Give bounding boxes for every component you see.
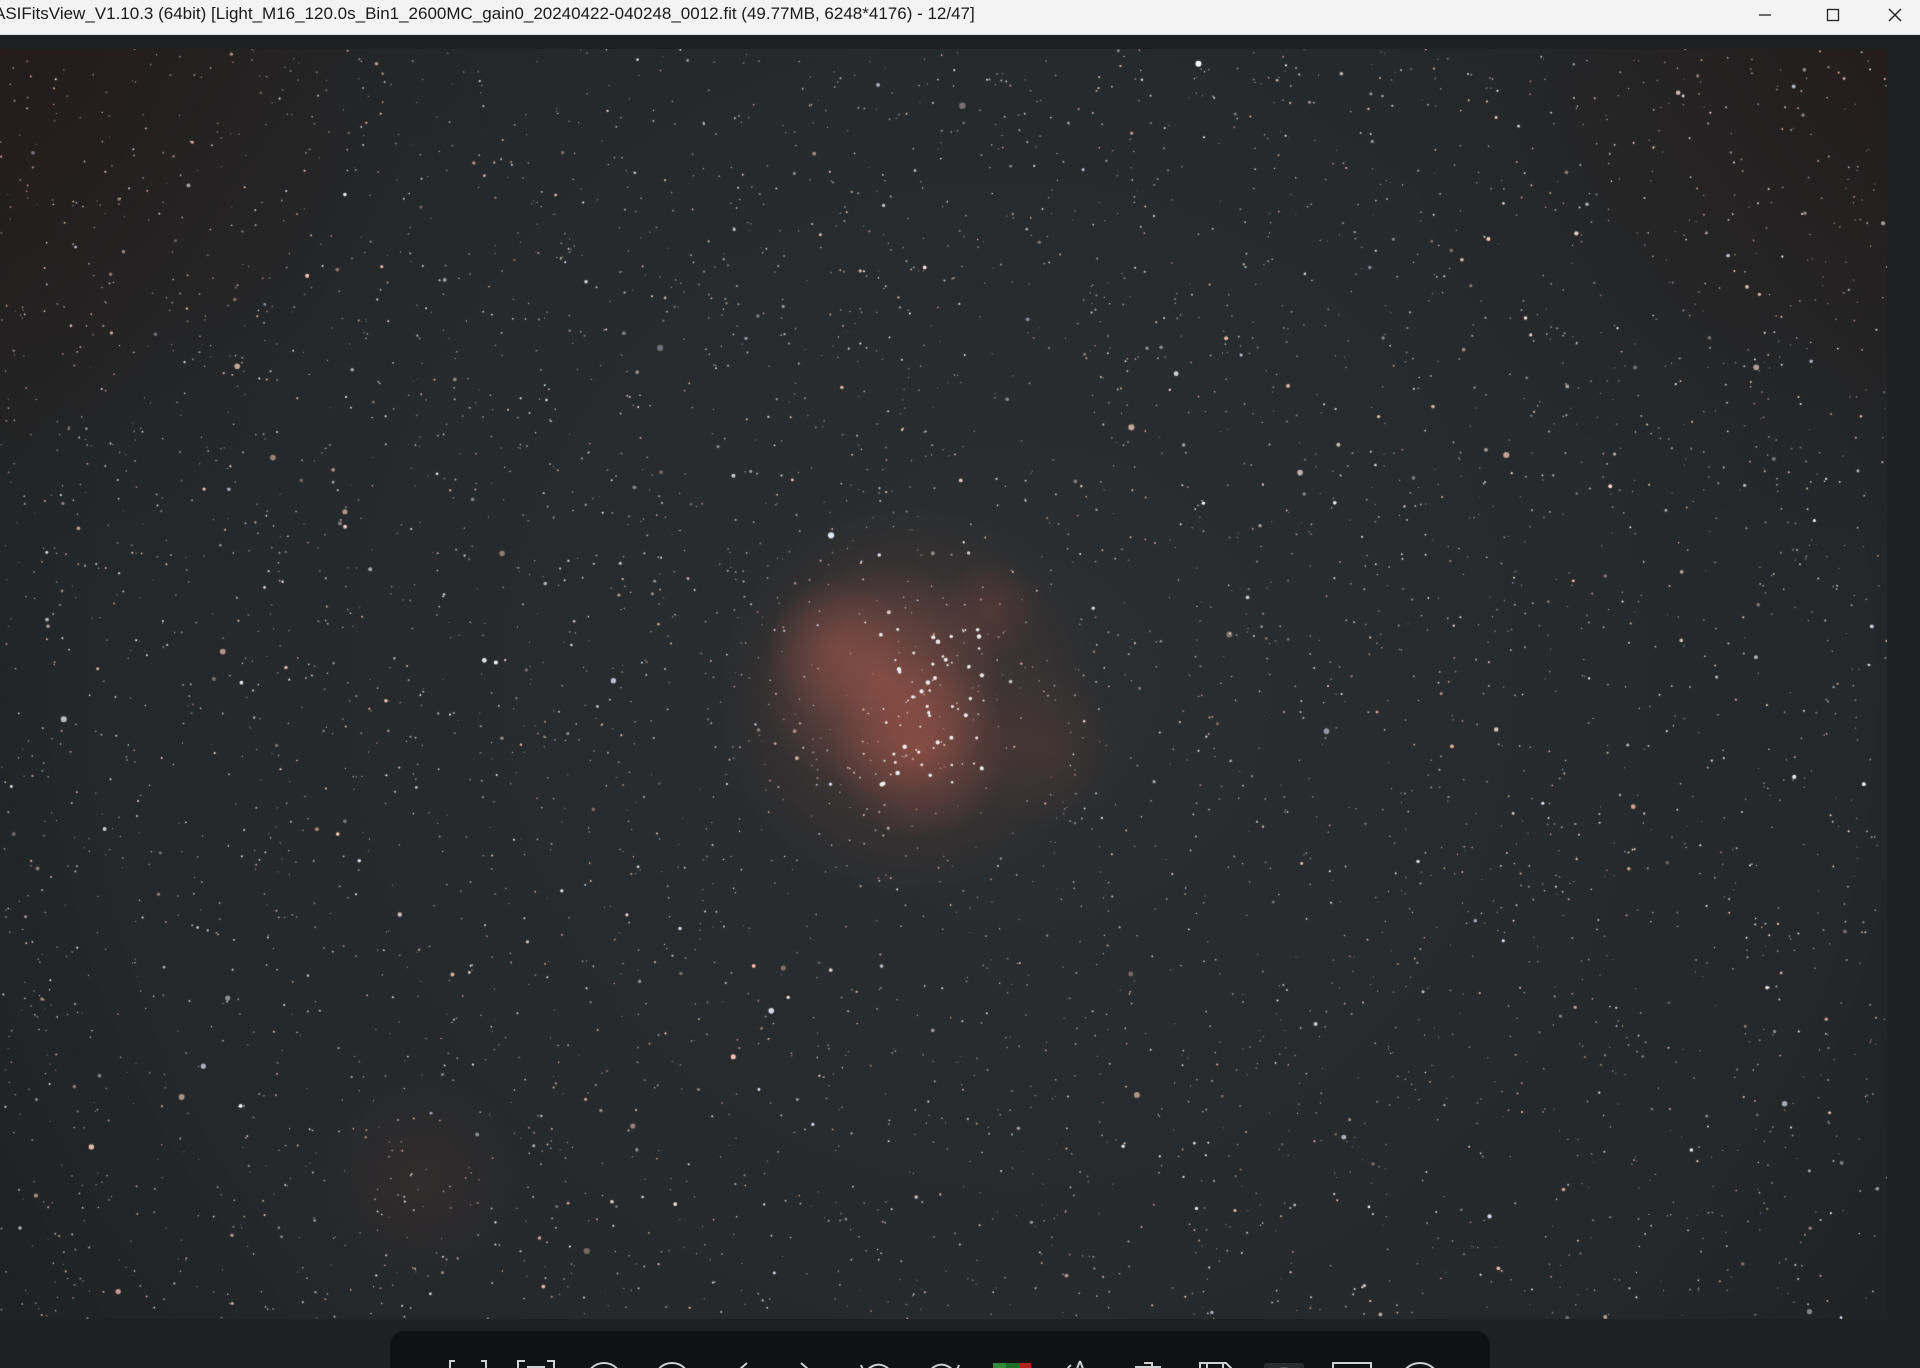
maximize-icon [1826,8,1840,22]
triangle-left-icon [739,1362,748,1368]
histogram-button[interactable] [1250,1355,1318,1368]
zoom-in-button[interactable] [570,1355,638,1368]
close-button[interactable] [1870,0,1920,30]
delete-button[interactable] [1114,1355,1182,1368]
rotate-right-button[interactable] [910,1355,978,1368]
close-icon [1888,8,1902,22]
title-bar: ASIFitsView_V1.10.3 (64bit) [Light_M16_1… [0,0,1920,35]
zoom-in-icon [590,1362,618,1368]
trash-icon [1135,1362,1161,1368]
bracket-actual-icon [517,1360,555,1368]
previous-button[interactable] [706,1355,774,1368]
minimize-icon [1759,14,1771,16]
actual-size-button[interactable] [502,1355,570,1368]
rgb-bars-icon [993,1363,1031,1368]
rotate-right-icon [931,1363,960,1368]
panel-icon [1332,1362,1372,1368]
bracket-fit-icon [449,1360,487,1368]
viewer-workspace [0,35,1920,1368]
auto-stretch-button[interactable] [1046,1355,1114,1368]
save-icon [1199,1362,1233,1368]
next-button[interactable] [774,1355,842,1368]
zoom-out-button[interactable] [638,1355,706,1368]
astro-image-view[interactable] [0,49,1887,1319]
zoom-out-icon [658,1362,686,1368]
histogram-icon [1264,1363,1304,1368]
color-balance-button[interactable] [978,1355,1046,1368]
minimize-button[interactable] [1734,0,1796,30]
rotate-left-icon [860,1363,889,1368]
rotate-left-button[interactable] [842,1355,910,1368]
help-button[interactable] [1386,1355,1454,1368]
starfield-image[interactable] [0,49,1887,1319]
window-title: ASIFitsView_V1.10.3 (64bit) [Light_M16_1… [0,4,975,23]
fit-window-button[interactable] [434,1355,502,1368]
auto-stretch-icon [1066,1360,1084,1368]
bottom-toolbar [390,1331,1490,1368]
triangle-right-icon [800,1362,809,1368]
save-button[interactable] [1182,1355,1250,1368]
info-panel-button[interactable] [1318,1355,1386,1368]
help-icon [1405,1362,1435,1368]
maximize-button[interactable] [1802,0,1864,30]
